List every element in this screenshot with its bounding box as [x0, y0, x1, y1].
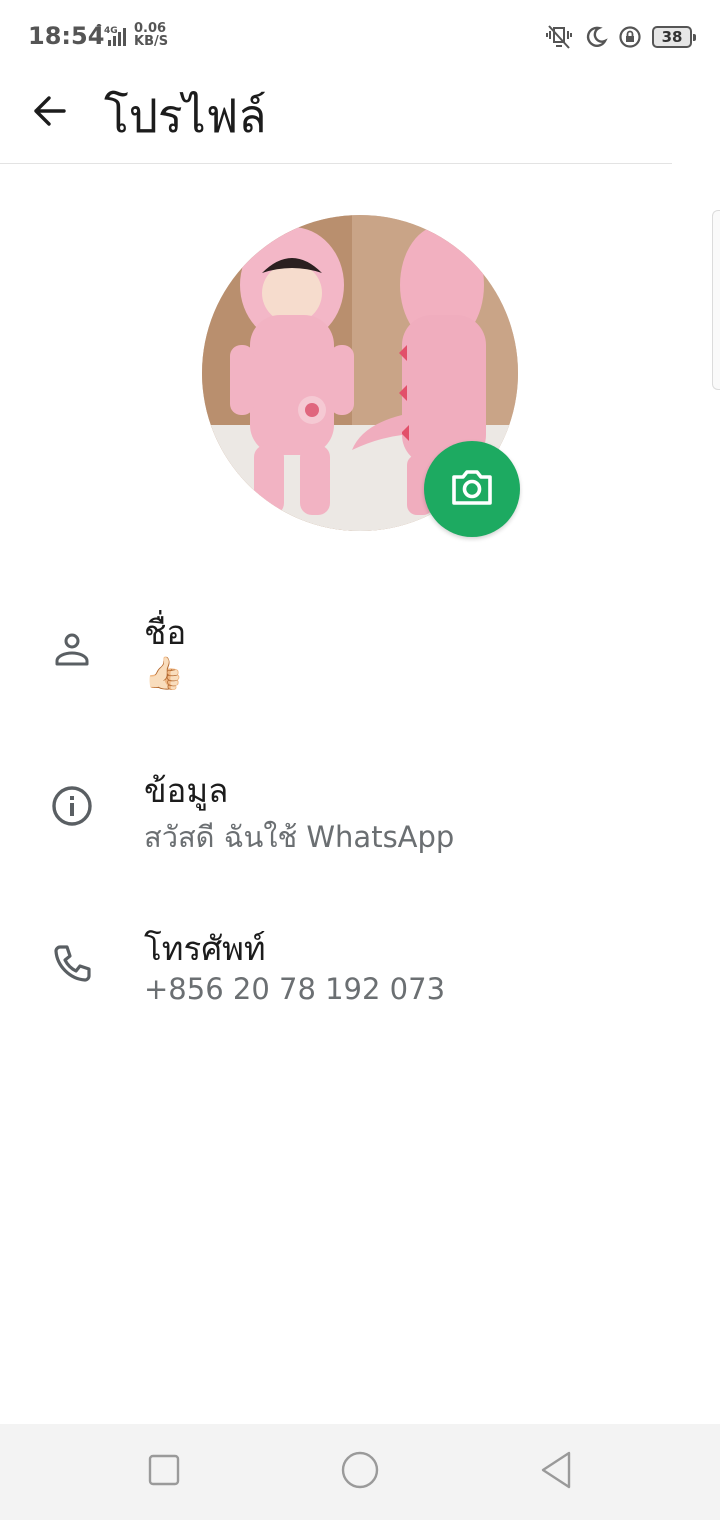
status-bar: 18:54 4G 0.06 KB/S 38	[0, 0, 720, 72]
battery-icon: 38	[652, 26, 696, 48]
moon-icon	[584, 25, 608, 49]
name-value: 👍🏻	[144, 654, 184, 692]
vibrate-icon	[544, 24, 574, 50]
network-speed: 0.06 KB/S	[134, 22, 168, 48]
arrow-left-icon	[31, 93, 67, 133]
phone-label: โทรศัพท์	[144, 929, 266, 968]
name-label: ชื่อ	[144, 613, 187, 652]
phone-value: +856 20 78 192 073	[144, 972, 446, 1006]
camera-icon	[450, 467, 494, 511]
change-photo-button[interactable]	[424, 441, 520, 537]
phone-row[interactable]: โทรศัพท์ +856 20 78 192 073	[0, 914, 720, 1024]
status-time: 18:54	[28, 22, 105, 50]
app-bar: โปรไฟล์	[0, 72, 672, 164]
edge-handle	[712, 210, 720, 390]
phone-icon	[48, 940, 96, 988]
home-button[interactable]	[334, 1446, 386, 1498]
page-title: โปรไฟล์	[104, 89, 267, 143]
rotation-lock-icon	[618, 25, 642, 49]
about-label: ข้อมูล	[144, 771, 229, 810]
network-type: 4G	[104, 26, 118, 36]
recent-apps-button[interactable]	[138, 1446, 190, 1498]
info-icon	[48, 782, 96, 830]
system-nav-bar	[0, 1424, 720, 1520]
status-icons: 38	[544, 22, 696, 52]
speed-unit: KB/S	[134, 34, 169, 49]
signal-icon: 4G	[94, 23, 132, 48]
square-icon	[147, 1453, 181, 1491]
back-button[interactable]	[22, 86, 76, 140]
system-back-button[interactable]	[530, 1446, 582, 1498]
circle-icon	[340, 1450, 380, 1494]
triangle-back-icon	[538, 1450, 574, 1494]
about-value: สวัสดี ฉันใช้ WhatsApp	[144, 820, 455, 854]
name-row[interactable]: ชื่อ 👍🏻	[0, 598, 720, 708]
battery-level: 38	[661, 28, 683, 46]
person-icon	[48, 626, 96, 674]
about-row[interactable]: ข้อมูล สวัสดี ฉันใช้ WhatsApp	[0, 756, 720, 866]
